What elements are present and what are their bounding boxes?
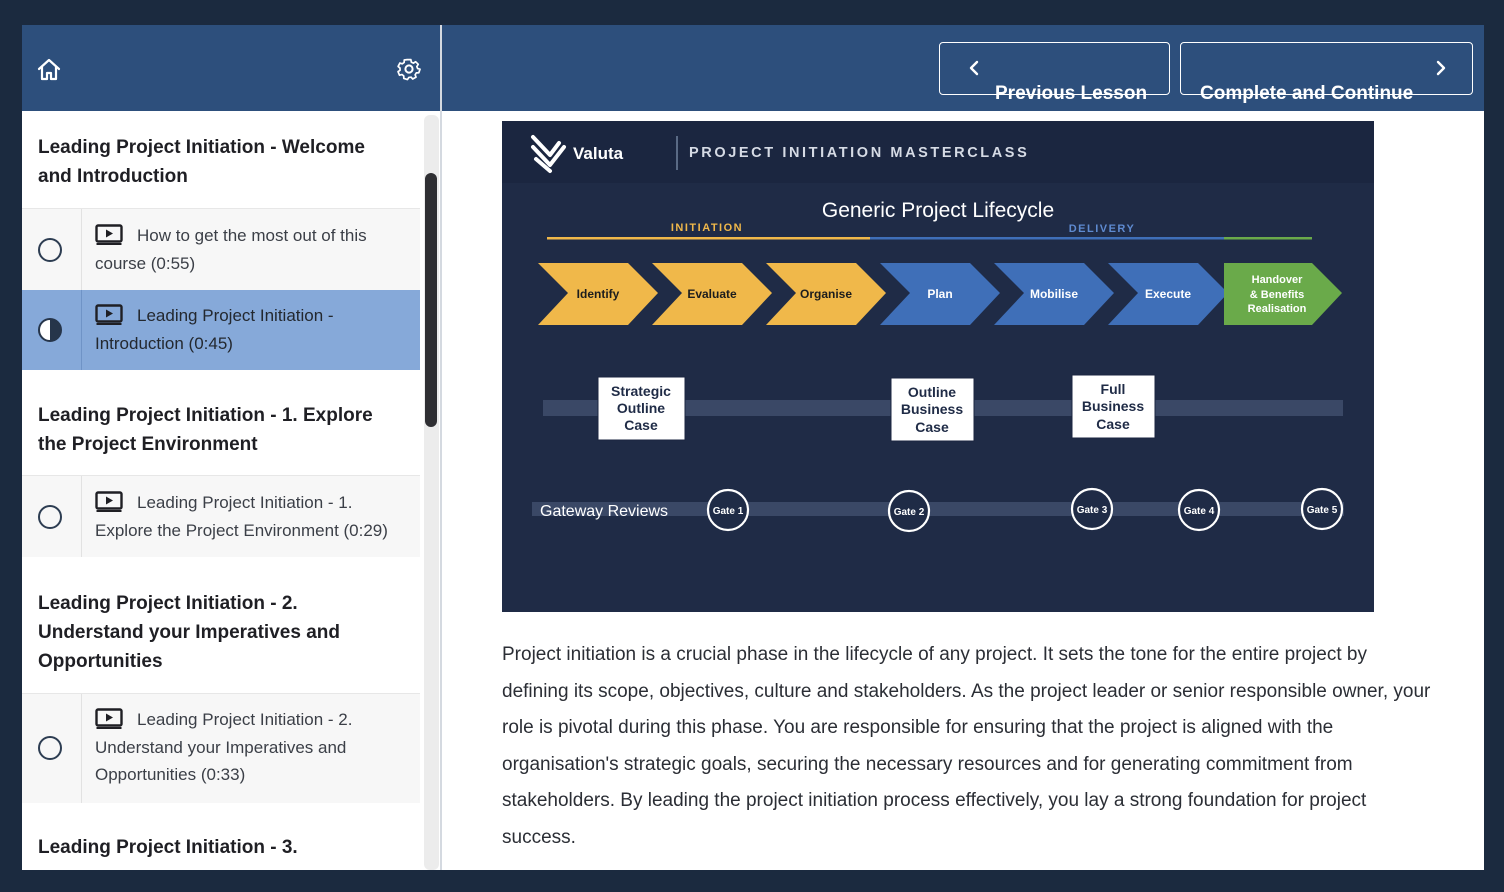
section-title: Leading Project Initiation - Welcome and… — [38, 137, 365, 187]
home-icon[interactable] — [36, 57, 62, 83]
not-started-status-icon — [38, 238, 62, 262]
lesson-list: Leading Project Initiation - Welcome and… — [22, 111, 422, 870]
section-title: Leading Project Initiation - 3. — [38, 837, 298, 858]
svg-text:Business: Business — [901, 401, 963, 417]
lesson-content: Valuta PROJECT INITIATION MASTERCLASS Ge… — [442, 111, 1484, 870]
gate-4-marker: Gate 4 — [1177, 488, 1221, 532]
section-title: Leading Project Initiation - 1. Explore … — [38, 405, 373, 455]
stage-chevron-identify: Identify — [538, 263, 658, 325]
stage-chevron-organise: Organise — [766, 263, 886, 325]
svg-text:Case: Case — [1096, 416, 1130, 432]
not-started-status-icon — [38, 505, 62, 529]
lesson-item[interactable]: Leading Project Initiation - 2. Understa… — [22, 693, 420, 803]
masterclass-title: PROJECT INITIATION MASTERCLASS — [689, 145, 1029, 161]
svg-text:Outline: Outline — [617, 400, 665, 416]
delivery-phase-label: DELIVERY — [1069, 223, 1136, 235]
lesson-slide-image: Valuta PROJECT INITIATION MASTERCLASS Ge… — [502, 121, 1374, 612]
svg-text:Plan: Plan — [927, 287, 952, 301]
svg-text:Case: Case — [624, 417, 658, 433]
video-icon — [95, 304, 123, 325]
svg-text:Execute: Execute — [1145, 287, 1191, 301]
svg-text:Business: Business — [1082, 398, 1144, 414]
lesson-label: Leading Project Initiation - 2. Understa… — [95, 710, 353, 784]
gate-5-marker: Gate 5 — [1300, 487, 1344, 531]
lesson-item-active[interactable]: Leading Project Initiation - Introductio… — [22, 290, 420, 370]
svg-text:Gate 1: Gate 1 — [713, 506, 744, 517]
sidebar-header — [22, 25, 442, 111]
initiation-phase-bar — [547, 237, 870, 240]
lesson-label: How to get the most out of this course (… — [95, 226, 367, 273]
svg-text:Gate 2: Gate 2 — [894, 507, 925, 518]
stage-chevron-evaluate: Evaluate — [652, 263, 772, 325]
lesson-topbar: Previous Lesson Complete and Continue — [442, 25, 1484, 111]
diagram-title: Generic Project Lifecycle — [822, 199, 1054, 222]
handover-phase-bar — [1224, 237, 1312, 240]
video-icon — [95, 224, 123, 245]
section-title: Leading Project Initiation - 2. Understa… — [38, 593, 340, 672]
svg-text:Handover: Handover — [1252, 274, 1303, 286]
outline-business-case-box: Outline Business Case — [890, 377, 975, 442]
svg-text:Gate 5: Gate 5 — [1307, 505, 1338, 516]
app-frame: Leading Project Initiation - Welcome and… — [22, 25, 1484, 870]
svg-text:Strategic: Strategic — [611, 383, 671, 399]
stage-chevron-execute: Execute — [1108, 263, 1228, 325]
lesson-label: Leading Project Initiation - 1. Explore … — [95, 493, 388, 540]
delivery-phase-bar — [870, 237, 1224, 240]
gear-icon[interactable] — [396, 56, 422, 82]
strategic-outline-case-box: Strategic Outline Case — [597, 376, 686, 441]
in-progress-status-icon — [38, 318, 62, 342]
lesson-body-text: Project initiation is a crucial phase in… — [502, 644, 1431, 848]
svg-text:Evaluate: Evaluate — [687, 287, 737, 301]
initiation-phase-label: INITIATION — [671, 222, 743, 234]
gate-2-marker: Gate 2 — [887, 489, 931, 533]
not-started-status-icon — [38, 736, 62, 760]
svg-text:Mobilise: Mobilise — [1030, 287, 1078, 301]
sidebar-scrollbar-thumb[interactable] — [425, 173, 437, 427]
gate-1-marker: Gate 1 — [706, 488, 750, 532]
svg-text:Gate 4: Gate 4 — [1184, 506, 1215, 517]
stage-chevron-handover: Handover & Benefits Realisation — [1224, 263, 1342, 325]
svg-text:Realisation: Realisation — [1248, 303, 1307, 315]
complete-and-continue-button[interactable]: Complete and Continue — [1180, 42, 1473, 104]
svg-text:Gate 3: Gate 3 — [1077, 505, 1108, 516]
svg-text:Identify: Identify — [577, 287, 620, 301]
chevron-left-icon — [969, 60, 979, 76]
gate-3-marker: Gate 3 — [1070, 487, 1114, 531]
chevron-right-icon — [1436, 60, 1446, 76]
svg-text:Organise: Organise — [800, 287, 852, 301]
valuta-brand-text: Valuta — [573, 144, 624, 163]
previous-lesson-button[interactable]: Previous Lesson — [939, 42, 1170, 104]
lesson-item[interactable]: Leading Project Initiation - 1. Explore … — [22, 475, 420, 557]
gateway-reviews-label: Gateway Reviews — [540, 503, 668, 520]
svg-text:& Benefits: & Benefits — [1250, 289, 1304, 301]
lesson-item[interactable]: How to get the most out of this course (… — [22, 208, 420, 290]
full-business-case-box: Full Business Case — [1071, 374, 1156, 439]
lesson-label: Leading Project Initiation - Introductio… — [95, 306, 334, 353]
stage-chevron-mobilise: Mobilise — [994, 263, 1114, 325]
stage-chevron-plan: Plan — [880, 263, 1000, 325]
svg-text:Full: Full — [1101, 381, 1126, 397]
lifecycle-diagram: Valuta PROJECT INITIATION MASTERCLASS Ge… — [502, 121, 1374, 533]
course-sidebar: Leading Project Initiation - Welcome and… — [22, 25, 442, 870]
video-icon — [95, 708, 123, 729]
video-icon — [95, 491, 123, 512]
svg-text:Case: Case — [915, 419, 949, 435]
svg-text:Outline: Outline — [908, 384, 956, 400]
